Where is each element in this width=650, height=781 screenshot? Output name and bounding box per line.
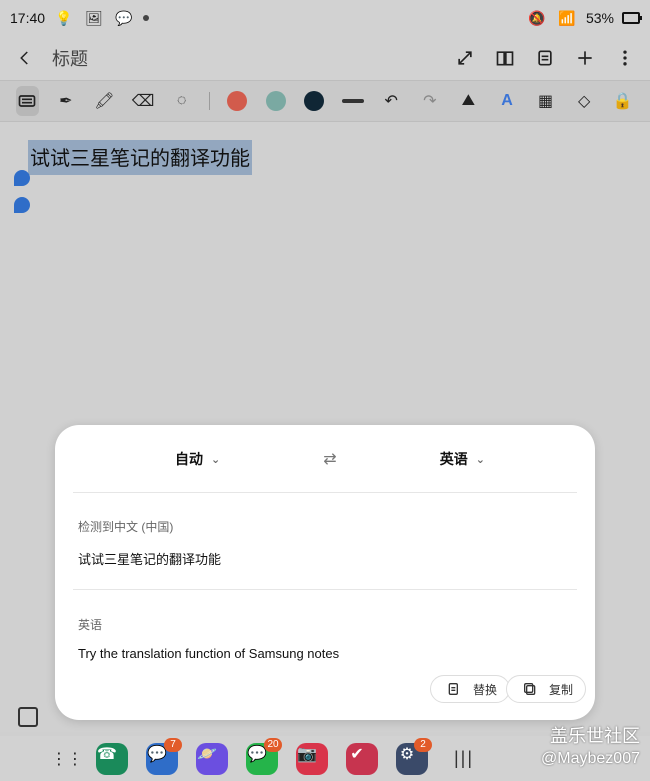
expand-icon[interactable] (454, 47, 476, 69)
selection-handle-end[interactable] (14, 197, 30, 213)
messages-badge: 7 (164, 737, 182, 752)
mute-icon: 🔕 (528, 9, 546, 26)
battery-icon (622, 12, 642, 24)
wechat-app[interactable]: 💬 20 (246, 737, 282, 775)
checkbox-icon[interactable] (18, 707, 38, 727)
sheet-divider-middle (73, 589, 577, 590)
translated-text: Try the translation function of Samsung … (78, 646, 340, 661)
note-icon[interactable] (534, 47, 556, 69)
wechat-badge: 20 (264, 737, 282, 752)
target-language-label: 英语 (439, 451, 468, 467)
chat-icon: 💬 (115, 9, 133, 26)
settings-badge: 2 (414, 737, 432, 752)
selection-handle-start[interactable] (14, 170, 30, 186)
page-title[interactable]: 标题 (52, 45, 88, 71)
keyboard-icon (16, 90, 38, 112)
shapes-icon: ◇ (577, 93, 591, 110)
app-bar: 标题 (0, 36, 650, 80)
lock-icon: 🔒 (612, 93, 633, 110)
apps-grid-icon[interactable]: ⋮⋮ (51, 748, 83, 770)
recent-apps-icon[interactable]: ||| (454, 748, 474, 769)
sheet-divider-top (73, 492, 577, 493)
shape-icon: ⛰ (461, 92, 476, 109)
app-bar-left: 标题 (14, 45, 88, 71)
source-language-label: 自动 (175, 451, 203, 467)
color-swatch-dark (304, 91, 325, 111)
copy-icon (519, 678, 541, 700)
target-language-select[interactable]: 英语 ⌄ (440, 449, 485, 469)
lasso-tool[interactable]: ◌ (170, 86, 193, 116)
watermark-title: 盖乐世社区 (550, 726, 640, 746)
more-icon[interactable] (614, 47, 636, 69)
settings-app[interactable]: ⚙ 2 (396, 737, 432, 775)
app-bar-actions (454, 47, 636, 69)
status-bar: 17:40 💡 🖼 💬 🔕 📶 53% (0, 0, 650, 36)
text-format-tool[interactable]: ▦ (534, 86, 557, 116)
status-left: 17:40 💡 🖼 💬 (10, 7, 150, 29)
color-swatch-teal (265, 91, 286, 111)
internet-app[interactable]: 🪐 (196, 742, 228, 775)
eraser-icon: ⌫ (131, 93, 155, 110)
text-format-icon: ▦ (537, 93, 554, 110)
stroke-width-line (341, 99, 364, 103)
drawing-toolbar: ✒ 🖍 ⌫ ◌ ↶ ↷ ⛰ A ▦ ◇ 🔒 (0, 80, 650, 122)
status-time: 17:40 (10, 10, 46, 26)
highlighter-icon: 🖍 (94, 93, 115, 110)
shapes-tool[interactable]: ◇ (573, 86, 596, 116)
watermark-user: @Maybez007 (541, 750, 640, 767)
planet-icon: 🪐 (197, 745, 217, 763)
replace-button[interactable]: 替换 (430, 675, 511, 703)
copy-button-label: 复制 (549, 682, 574, 697)
camera-app[interactable]: 📷 (296, 742, 328, 775)
source-text: 试试三星笔记的翻译功能 (78, 552, 222, 567)
notification-dot (143, 15, 150, 21)
battery-percent: 53% (585, 10, 614, 26)
toolbar-divider (208, 92, 210, 110)
redo-button[interactable]: ↷ (419, 86, 442, 116)
color-swatch-red (226, 91, 247, 111)
detected-language-label: 检测到中文 (中国) (78, 520, 174, 534)
highlighter-tool[interactable]: 🖍 (93, 86, 116, 116)
language-row: 自动 ⌄ ⇄ 英语 ⌄ (55, 425, 595, 493)
color-dark-button[interactable] (303, 86, 326, 116)
messages-app[interactable]: 💬 7 (146, 737, 182, 775)
keyboard-tool[interactable] (16, 86, 39, 116)
chevron-down-icon: ⌄ (475, 453, 485, 466)
translation-sheet: 自动 ⌄ ⇄ 英语 ⌄ 检测到中文 (中国) 试试三星笔记的翻译功能 英语 Tr… (55, 425, 595, 720)
back-icon[interactable] (14, 47, 36, 69)
replace-icon (443, 678, 465, 700)
pen-icon: ✒ (59, 93, 73, 110)
source-language-select[interactable]: 自动 ⌄ (175, 449, 220, 469)
eraser-tool[interactable]: ⌫ (132, 86, 155, 116)
swap-languages-icon[interactable]: ⇄ (323, 449, 336, 469)
wifi-icon: 📶 (558, 9, 576, 26)
phone-app[interactable]: ☎ (96, 742, 128, 775)
bulb-icon: 💡 (55, 9, 73, 26)
tasks-app[interactable]: ✔ (346, 742, 378, 775)
pen-tool[interactable]: ✒ (55, 86, 78, 116)
text-style-icon: A (501, 92, 513, 109)
lock-tool[interactable]: 🔒 (611, 86, 634, 116)
undo-icon: ↶ (384, 93, 398, 110)
color-red-button[interactable] (226, 86, 249, 116)
check-icon: ✔ (350, 745, 364, 763)
copy-button[interactable]: 复制 (506, 675, 587, 703)
color-teal-button[interactable] (264, 86, 287, 116)
status-right: 🔕 📶 53% (526, 7, 642, 29)
camera-icon: 📷 (297, 745, 317, 763)
phone-icon: ☎ (97, 745, 117, 763)
translation-language-label: 英语 (78, 618, 103, 632)
redo-icon: ↷ (423, 93, 437, 110)
gallery-icon: 🖼 (85, 9, 103, 26)
selected-text[interactable]: 试试三星笔记的翻译功能 (28, 140, 252, 175)
text-style-tool[interactable]: A (496, 86, 519, 116)
shape-tool[interactable]: ⛰ (457, 86, 480, 116)
stroke-width-button[interactable] (341, 86, 364, 116)
chevron-down-icon: ⌄ (211, 453, 221, 466)
add-icon[interactable] (574, 47, 596, 69)
lasso-icon: ◌ (176, 92, 187, 109)
undo-button[interactable]: ↶ (380, 86, 403, 116)
replace-button-label: 替换 (473, 682, 498, 697)
book-icon[interactable] (494, 47, 516, 69)
